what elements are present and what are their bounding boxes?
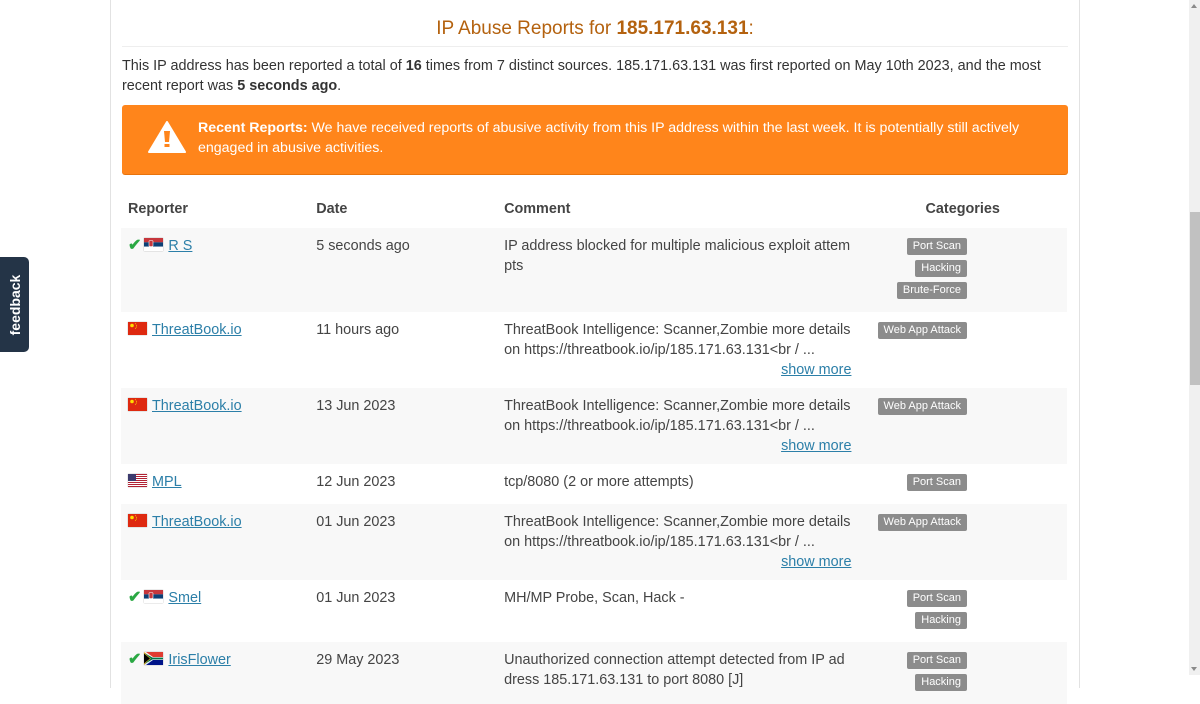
comment-cell: tcp/8080 (2 or more attempts) [497,464,858,504]
header-reporter: Reporter [128,201,188,217]
table-row: ThreatBook.io 11 hours ago ThreatBook Inte… [121,312,1067,388]
table-row: MPL 12 Jun 2023 tcp/8080 (2 or more attemp… [121,464,1067,504]
table-row: ✔ Smel 01 Jun 2023 MH/MP Probe, Scan, Hack … [121,580,1067,642]
reporter-cell: MPL [121,464,309,504]
reporter-link[interactable]: Smel [168,590,201,606]
report-summary: This IP address has been reported a tota… [122,56,1068,96]
date-cell: 13 Jun 2023 [316,398,396,414]
reports-table: Reporter Date Comment Categories ✔ R S 5 s… [121,190,1067,704]
categories-cell: Web App Attack [858,504,1067,580]
comment-cell: ThreatBook Intelligence: Scanner,Zombie … [497,312,858,388]
title-prefix: IP Abuse Reports for [436,18,617,39]
reporter-link[interactable]: R S [168,238,192,254]
reporter-cell: ThreatBook.io [121,312,309,388]
category-badge[interactable]: Hacking [915,674,967,691]
reporter-link[interactable]: IrisFlower [168,652,230,668]
categories-cell: Port Scan Hacking [858,580,1067,642]
category-badge[interactable]: Port Scan [906,474,967,491]
comment-text: Unauthorized connection attempt detected… [504,652,845,688]
feedback-label: feedback [6,274,23,335]
reporter-cell: ✔ Smel [121,580,309,642]
date-cell: 29 May 2023 [316,652,400,668]
comment-cell: ThreatBook Intelligence: Scanner,Zombie … [497,388,858,464]
comment-cell: IP address blocked for multiple maliciou… [497,228,858,312]
reporter-link[interactable]: ThreatBook.io [152,398,242,414]
vertical-scrollbar[interactable] [1189,0,1200,675]
table-row: ThreatBook.io 01 Jun 2023 ThreatBook Intel… [121,504,1067,580]
categories-cell: Web App Attack [858,312,1067,388]
reporter-cell: ThreatBook.io [121,388,309,464]
comment-cell: MH/MP Probe, Scan, Hack - [497,580,858,642]
category-badge[interactable]: Port Scan [906,238,967,255]
verified-check-icon: ✔ [128,589,142,606]
table-header-row: Reporter Date Comment Categories [121,190,1067,228]
most-recent-report: 5 seconds ago [237,78,338,94]
serbia-flag-icon [144,590,164,603]
date-cell: 01 Jun 2023 [316,514,396,530]
category-badge[interactable]: Web App Attack [877,514,967,531]
comment-text: IP address blocked for multiple maliciou… [504,238,851,274]
china-flag-icon [128,398,147,411]
china-flag-icon [128,322,147,335]
total-reports: 16 [405,58,422,74]
usa-flag-icon [128,474,147,487]
header-categories: Categories [925,201,1000,217]
comment-cell: Unauthorized connection attempt detected… [497,642,858,704]
reporter-link[interactable]: ThreatBook.io [152,514,242,530]
date-cell: 12 Jun 2023 [316,474,396,490]
comment-text: tcp/8080 (2 or more attempts) [504,474,694,490]
south-africa-flag-icon [144,652,164,665]
title-suffix: : [748,18,754,39]
scroll-down-arrow-icon[interactable] [1191,667,1197,671]
recent-reports-alert: Recent Reports: We have received reports… [122,105,1068,174]
reporter-link[interactable]: ThreatBook.io [152,322,242,338]
category-badge[interactable]: Hacking [915,612,967,629]
summary-text: This IP address has been reported a tota… [122,58,406,74]
category-badge[interactable]: Web App Attack [877,398,967,415]
comment-text: ThreatBook Intelligence: Scanner,Zombie … [504,514,851,550]
category-badge[interactable]: Port Scan [906,590,967,607]
category-badge[interactable]: Web App Attack [877,322,967,339]
table-row: ThreatBook.io 13 Jun 2023 ThreatBook Intel… [121,388,1067,464]
table-row: ✔ IrisFlower 29 May 2023 Unauthorized conne… [121,642,1067,704]
comment-text: ThreatBook Intelligence: Scanner,Zombie … [504,398,851,434]
verified-check-icon: ✔ [128,651,142,668]
reporter-cell: ThreatBook.io [121,504,309,580]
category-badge[interactable]: Port Scan [906,652,967,669]
scroll-up-arrow-icon[interactable] [1191,4,1197,8]
date-cell: 01 Jun 2023 [316,590,396,606]
comment-text: MH/MP Probe, Scan, Hack - [504,590,685,606]
comment-cell: ThreatBook Intelligence: Scanner,Zombie … [497,504,858,580]
table-row: ✔ R S 5 seconds ago IP address blocked for … [121,228,1067,312]
alert-message: Recent Reports: We have received reports… [198,118,1048,158]
header-comment: Comment [504,201,571,217]
comment-text: ThreatBook Intelligence: Scanner,Zombie … [504,322,851,358]
ip-address: 185.171.63.131 [616,18,749,39]
feedback-tab[interactable]: feedback [0,257,29,352]
category-badge[interactable]: Brute-Force [896,282,967,299]
verified-check-icon: ✔ [128,237,142,254]
reporter-cell: ✔ IrisFlower [121,642,309,704]
scrollbar-thumb[interactable] [1190,212,1200,385]
serbia-flag-icon [144,238,164,251]
show-more-link[interactable]: show more [781,554,851,570]
date-cell: 5 seconds ago [316,238,410,254]
categories-cell: Web App Attack [858,388,1067,464]
china-flag-icon [128,514,147,527]
summary-text: . [337,78,342,94]
alert-body: We have received reports of abusive acti… [198,120,1020,156]
category-badge[interactable]: Hacking [915,260,967,277]
categories-cell: Port Scan Hacking Brute-Force [858,228,1067,312]
warning-triangle-icon [148,121,186,153]
alert-heading: Recent Reports: [198,120,308,136]
categories-cell: Port Scan [858,464,1067,504]
date-cell: 11 hours ago [316,322,400,338]
header-date: Date [316,201,348,217]
show-more-link[interactable]: show more [781,438,851,454]
categories-cell: Port Scan Hacking [858,642,1067,704]
reporter-link[interactable]: MPL [152,474,182,490]
reporter-cell: ✔ R S [121,228,309,312]
show-more-link[interactable]: show more [781,362,851,378]
page-title: IP Abuse Reports for 185.171.63.131: [122,16,1068,47]
